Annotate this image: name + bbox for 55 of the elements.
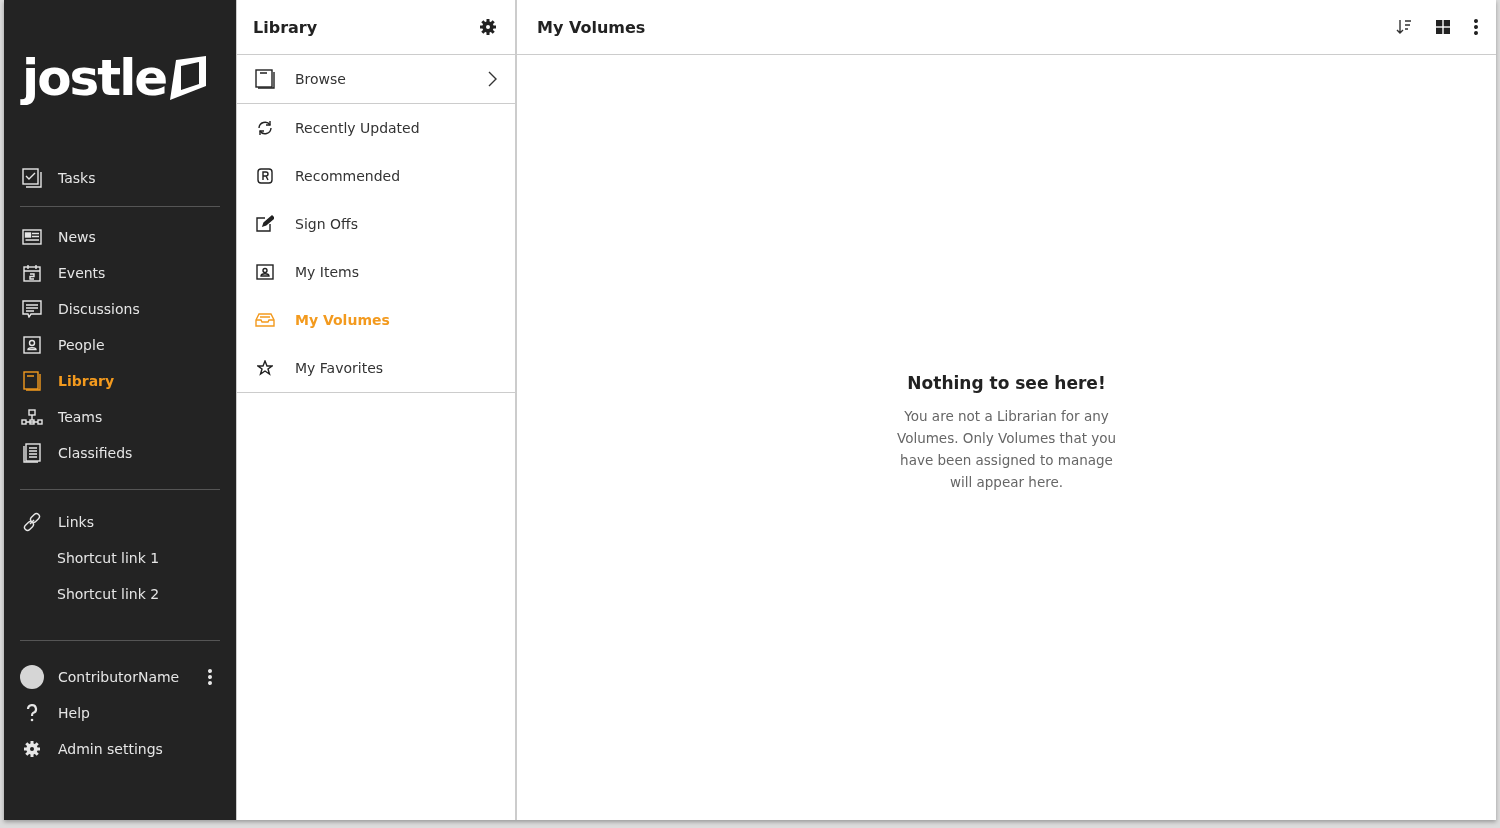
- nav-item[interactable]: Events: [20, 255, 220, 291]
- nav-item[interactable]: News: [20, 219, 220, 255]
- org-chart-icon: [21, 409, 43, 425]
- more-vertical-icon: [208, 669, 212, 685]
- nav-item[interactable]: People: [20, 327, 220, 363]
- r-badge-icon: [257, 168, 273, 184]
- inbox-tray-icon: [255, 313, 275, 327]
- nav-item[interactable]: Tasks: [20, 160, 220, 196]
- logo-wordmark: jostle: [22, 48, 167, 108]
- person-card-icon: [23, 336, 41, 354]
- book-icon: [255, 69, 275, 89]
- library-menu-item[interactable]: Browse: [237, 55, 515, 104]
- library-menu-item[interactable]: Recently Updated: [237, 104, 515, 152]
- chat-icon: [22, 300, 42, 318]
- more-vertical-icon: [1474, 19, 1478, 35]
- nav-item[interactable]: Classifieds: [20, 435, 220, 471]
- nav-item[interactable]: Library: [20, 363, 220, 399]
- panel-title: Library: [253, 17, 318, 37]
- chevron-right-icon: [487, 71, 497, 87]
- edit-icon: [256, 215, 274, 233]
- avatar: [20, 665, 44, 689]
- shortcut-link[interactable]: Shortcut link 2: [20, 576, 220, 612]
- empty-state-text: You are not a Librarian for any Volumes. Only Volumes that you have been assigned to manage will appear here.: [895, 407, 1118, 492]
- library-menu-item[interactable]: Sign Offs: [237, 200, 515, 248]
- user-menu[interactable]: ContributorName: [20, 659, 220, 695]
- settings-icon: [23, 740, 41, 758]
- library-menu-item[interactable]: My Items: [237, 248, 515, 296]
- nav-item[interactable]: Discussions: [20, 291, 220, 327]
- sort-button[interactable]: [1396, 19, 1412, 35]
- settings-button[interactable]: [479, 18, 497, 36]
- newspaper-icon: [22, 229, 42, 245]
- document-icon: [23, 443, 41, 463]
- shortcut-link[interactable]: Shortcut link 1: [20, 540, 220, 576]
- link-icon: [22, 512, 42, 532]
- book-icon: [23, 371, 41, 391]
- library-menu-item[interactable]: My Favorites: [237, 344, 515, 392]
- more-button[interactable]: [1474, 19, 1478, 35]
- nav-item[interactable]: Teams: [20, 399, 220, 435]
- star-icon: [257, 360, 273, 376]
- calendar-icon: [23, 264, 41, 282]
- help-icon: [26, 704, 38, 722]
- grid-view-button[interactable]: [1436, 20, 1450, 34]
- sort-icon: [1396, 19, 1412, 35]
- nav-item[interactable]: Help: [20, 695, 220, 731]
- checklist-icon: [22, 168, 42, 188]
- nav-item[interactable]: Admin settings: [20, 731, 220, 767]
- grid-icon: [1436, 20, 1450, 34]
- page-title: My Volumes: [537, 17, 646, 37]
- person-folder-icon: [256, 264, 274, 280]
- library-menu-item[interactable]: Recommended: [237, 152, 515, 200]
- empty-state-title: Nothing to see here!: [907, 373, 1106, 393]
- links-heading: Links: [20, 504, 220, 540]
- settings-icon: [479, 18, 497, 36]
- logo-mark-icon: [170, 56, 207, 100]
- refresh-icon: [256, 120, 274, 136]
